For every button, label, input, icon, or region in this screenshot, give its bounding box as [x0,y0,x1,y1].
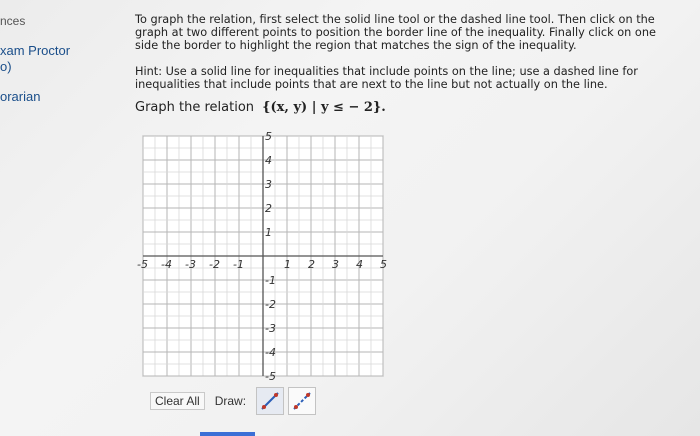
prompt-math: {(x, y) | y ≤ − 2}. [262,100,386,115]
y-tick-label: -4 [265,346,276,359]
x-tick-label: -4 [161,258,172,271]
y-tick-label: -1 [265,274,276,287]
clear-all-button[interactable]: Clear All [150,392,205,410]
sidebar: nces xam Proctor o) orarian [0,0,120,436]
y-tick-label: 1 [265,226,272,239]
question-prompt: Graph the relation {(x, y) | y ≤ − 2}. [135,100,386,115]
x-tick-label: 2 [308,258,315,271]
question-panel: To graph the relation, first select the … [135,0,680,436]
x-tick-label: 5 [380,258,387,271]
draw-label: Draw: [214,394,247,408]
prompt-label: Graph the relation [135,100,255,115]
x-tick-label: 3 [332,258,339,271]
y-tick-label: 3 [265,178,272,191]
solid-line-tool-button[interactable] [256,387,285,415]
sidebar-item-librarian[interactable]: orarian [0,89,40,104]
x-tick-label: -1 [233,258,244,271]
y-tick-label: -2 [265,298,276,311]
sidebar-item-resources[interactable]: nces [0,14,25,28]
y-tick-label: 4 [265,154,272,167]
y-tick-label: 5 [265,130,272,143]
dashed-line-icon [293,392,311,410]
x-tick-label: -5 [137,258,148,271]
toolbar: Clear All Draw: [150,386,317,416]
x-tick-label: 1 [284,258,291,271]
instructions-text: To graph the relation, first select the … [135,13,656,52]
coordinate-grid[interactable]: -5 -4 -3 -2 -1 1 2 3 4 5 5 4 3 2 1 -1 -2 -3 -4 -5 [135,130,390,388]
x-tick-label: -3 [185,258,196,271]
scroll-indicator [200,432,255,436]
solid-line-icon [261,392,279,410]
hint-text: Hint: Use a solid line for inequalities … [135,65,638,91]
y-tick-label: 2 [265,202,272,215]
x-tick-label: 4 [356,258,363,271]
y-tick-label: -3 [265,322,276,335]
dashed-line-tool-button[interactable] [288,387,317,415]
graph-area[interactable]: -5 -4 -3 -2 -1 1 2 3 4 5 5 4 3 2 1 -1 -2 -3 -4 -5 [135,130,390,388]
sidebar-item-exam-proctor-suffix[interactable]: o) [0,59,12,74]
sidebar-item-exam-proctor[interactable]: xam Proctor [0,43,70,58]
y-tick-label: -5 [265,370,276,383]
x-tick-label: -2 [209,258,220,271]
